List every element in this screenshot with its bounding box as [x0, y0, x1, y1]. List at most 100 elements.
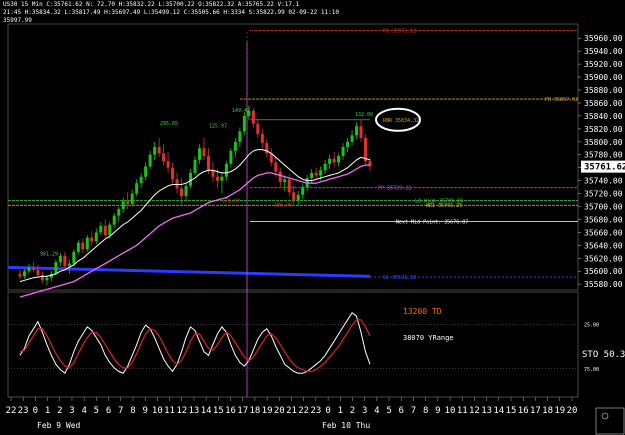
candle-body — [162, 153, 166, 162]
candle-body — [130, 193, 134, 204]
price-tick-label: 35840.00 — [584, 112, 623, 121]
level-label: PH 35867.02 — [545, 97, 578, 103]
candle-body — [283, 179, 287, 182]
price-tick-label: 35640.00 — [584, 241, 623, 250]
time-tick-label: 13 — [189, 406, 200, 416]
time-tick-label: 1 — [45, 406, 50, 416]
time-tick-label: 4 — [374, 406, 379, 416]
time-tick-label: 11 — [164, 406, 175, 416]
time-tick-label: 11 — [457, 406, 468, 416]
candle-body — [54, 262, 58, 274]
candle-body — [31, 267, 35, 270]
candle-body — [85, 237, 89, 250]
time-tick-label: 2 — [350, 406, 355, 416]
level-label: S1 35591.32 — [383, 275, 416, 281]
time-tick-label: 7 — [118, 406, 123, 416]
candle-body — [36, 269, 40, 276]
candle-body — [135, 183, 139, 194]
candle-body — [81, 242, 85, 250]
support-trendline — [7, 265, 371, 278]
candle-body — [197, 148, 201, 160]
time-tick-label: 10 — [152, 406, 163, 416]
candle-body — [301, 187, 305, 195]
price-tick-label: 35960.00 — [584, 34, 623, 43]
ma-pink-line — [19, 164, 370, 298]
candle-body — [224, 163, 228, 177]
day-label: Feb 10 Thu — [322, 421, 370, 430]
time-tick-label: 8 — [423, 406, 428, 416]
candle-body — [108, 224, 112, 235]
candle-body — [112, 215, 116, 225]
time-tick-label: 21 — [286, 406, 297, 416]
candle-body — [139, 176, 143, 184]
price-tick-label: 35920.00 — [584, 60, 623, 69]
price-panel-border — [7, 23, 579, 291]
oscillator-panel-border — [7, 291, 579, 398]
swing-annotation: 125.97 — [209, 124, 227, 130]
swing-annotation: 149.42 — [232, 108, 250, 114]
time-tick-label: 1 — [338, 406, 343, 416]
time-tick-label: 18 — [542, 406, 553, 416]
candle-body — [346, 141, 350, 147]
candle-body — [251, 110, 255, 124]
level-label: RNR 35834.32 — [383, 118, 419, 124]
price-tick-label: 35900.00 — [584, 73, 623, 82]
candle-body — [58, 255, 62, 263]
candle-body — [242, 115, 246, 132]
price-tick-label: 35720.00 — [584, 190, 623, 199]
candle-body — [310, 172, 314, 179]
candle-body — [18, 273, 22, 277]
time-tick-label: 20 — [274, 406, 285, 416]
candle-body — [220, 176, 224, 181]
candle-body — [103, 225, 107, 235]
candle-body — [278, 171, 282, 182]
swing-annotation: 171.90 — [222, 199, 240, 205]
time-tick-label: 14 — [201, 406, 212, 416]
candle-body — [148, 154, 152, 167]
time-tick-label: 2 — [57, 406, 62, 416]
candle-body — [341, 146, 345, 157]
candle-body — [332, 158, 336, 163]
candle-body — [94, 232, 98, 242]
price-tick-label: 35660.00 — [584, 228, 623, 237]
price-chart[interactable]: 35960.00 35940.00 35920.00 35900.00 35880.00… — [0, 0, 625, 435]
candle-body — [171, 167, 175, 180]
candle-body — [40, 275, 44, 281]
candle-body — [350, 135, 354, 142]
price-tick-label: 35580.00 — [584, 280, 623, 289]
price-tick-label: 35880.00 — [584, 86, 623, 95]
time-tick-label: 14 — [493, 406, 504, 416]
time-tick-label: 7 — [411, 406, 416, 416]
candle-body — [117, 209, 121, 216]
oscillator-level-label: 25.00 — [584, 322, 599, 328]
candle-body — [126, 201, 130, 204]
time-tick-label: 23 — [18, 406, 29, 416]
time-tick-label: 6 — [399, 406, 404, 416]
candle-body — [323, 163, 327, 171]
price-tick-label: 35680.00 — [584, 215, 623, 224]
price-tick-label: 35800.00 — [584, 138, 623, 147]
candle-body — [189, 172, 193, 186]
time-tick-label: 5 — [386, 406, 391, 416]
swing-annotation: 295.65 — [160, 121, 178, 127]
candle-body — [355, 126, 359, 136]
oscillator-level-label: 75.00 — [584, 367, 599, 373]
candle-body — [328, 158, 332, 164]
last-price-label: 35761.62 — [584, 163, 625, 173]
level-label: Next Mid Point: 35676.87 — [396, 219, 468, 225]
candle-body — [180, 188, 184, 197]
swing-annotation: 132.00 — [355, 112, 373, 118]
candle-body — [153, 146, 157, 155]
candle-body — [238, 131, 242, 142]
candle-body — [157, 146, 161, 154]
time-tick-label: 17 — [237, 406, 248, 416]
candle-body — [144, 166, 148, 177]
level-label: PP 35729.22 — [378, 186, 411, 192]
level-label: R1 35972.12 — [383, 28, 416, 34]
candle-body — [184, 185, 188, 197]
scroll-corner — [595, 407, 625, 435]
candle-body — [229, 150, 233, 164]
candle-body — [175, 179, 179, 189]
candle-body — [287, 179, 291, 193]
candle-body — [274, 162, 278, 172]
